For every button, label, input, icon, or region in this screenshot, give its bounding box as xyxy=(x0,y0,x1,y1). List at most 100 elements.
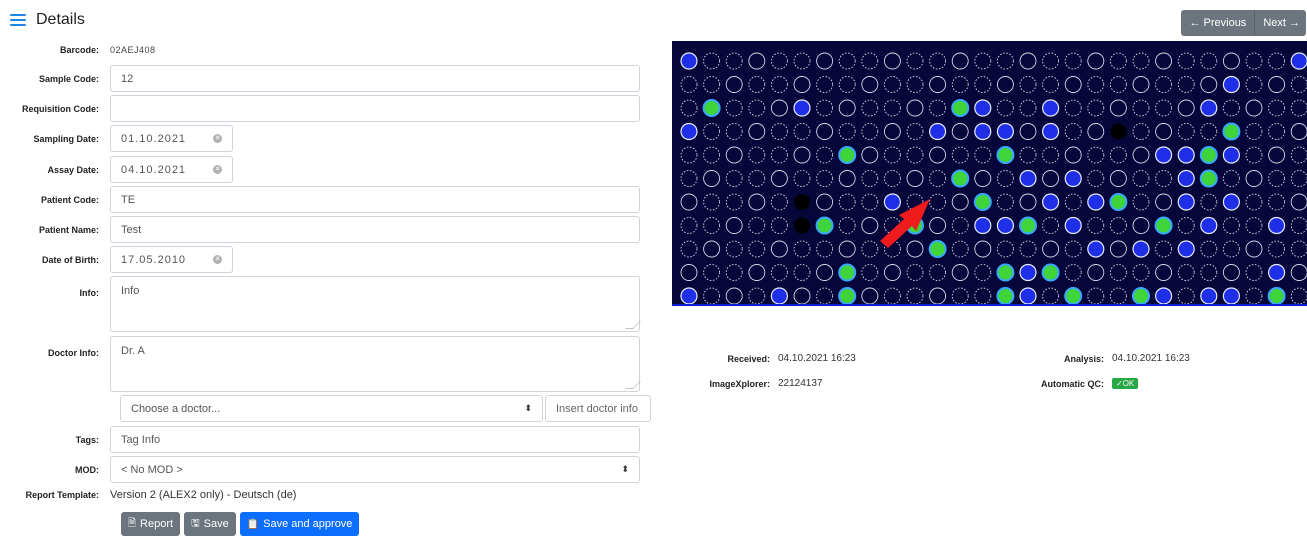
tags-input[interactable]: Tag Info xyxy=(110,426,640,453)
array-spot-empty xyxy=(725,287,743,304)
resize-handle-icon[interactable] xyxy=(625,321,641,329)
array-spot-blue xyxy=(680,287,698,304)
insert-doctor-info-button[interactable]: Insert doctor info xyxy=(545,395,651,422)
array-spot-blue xyxy=(1267,216,1286,235)
array-spot-green xyxy=(815,216,834,235)
array-spot-empty xyxy=(838,170,856,187)
sample-code-input[interactable]: 12 xyxy=(110,65,640,92)
array-spot-empty xyxy=(883,99,901,117)
assay-date-row: Assay Date: 04.10.2021 ✕ xyxy=(0,156,233,183)
array-spot-empty xyxy=(929,217,947,234)
array-spot-empty xyxy=(1109,170,1127,187)
date-of-birth-input[interactable]: 17.05.2010 ✕ xyxy=(110,246,233,273)
patient-code-input[interactable]: TE xyxy=(110,186,640,213)
array-spot-empty xyxy=(1245,240,1263,258)
array-spot-empty xyxy=(1042,76,1060,93)
array-spot-green xyxy=(838,287,857,304)
array-spot-green xyxy=(1199,146,1218,164)
clear-icon[interactable]: ✕ xyxy=(213,255,222,264)
next-button[interactable]: Next → xyxy=(1254,10,1306,36)
array-spot-empty xyxy=(770,217,788,234)
array-spot-empty xyxy=(1087,123,1105,140)
array-spot-empty xyxy=(883,264,901,281)
array-spot-empty xyxy=(1177,123,1195,140)
assay-date-input[interactable]: 04.10.2021 ✕ xyxy=(110,156,233,183)
array-spot-empty xyxy=(680,170,698,187)
array-spot-blue xyxy=(1132,240,1150,258)
array-spot-empty xyxy=(748,146,766,164)
array-spot-empty xyxy=(883,146,901,164)
array-spot-empty xyxy=(861,76,879,93)
tags-row: Tags: Tag Info xyxy=(0,426,640,453)
array-spot-empty xyxy=(996,52,1014,70)
sampling-date-input[interactable]: 01.10.2021 ✕ xyxy=(110,125,233,152)
array-spot-empty xyxy=(1200,52,1218,70)
array-spot-empty xyxy=(906,76,924,93)
clear-icon[interactable]: ✕ xyxy=(213,165,222,174)
mod-select[interactable]: < No MOD > ⬍ xyxy=(110,456,640,483)
array-spot-empty xyxy=(1132,146,1150,164)
menu-icon[interactable] xyxy=(10,14,26,26)
array-spot-empty xyxy=(1290,264,1307,281)
array-spot-empty xyxy=(1132,76,1150,93)
array-spot-empty xyxy=(1268,52,1286,70)
array-spot-blue xyxy=(1177,193,1195,211)
doctor-select[interactable]: Choose a doctor... ⬍ xyxy=(120,395,543,422)
array-spot-empty xyxy=(1245,287,1263,304)
array-spot-empty xyxy=(748,99,766,117)
clear-icon[interactable]: ✕ xyxy=(213,134,222,143)
requisition-code-input[interactable] xyxy=(110,95,640,122)
array-spot-empty xyxy=(1019,99,1037,117)
date-of-birth-row: Date of Birth: 17.05.2010 ✕ xyxy=(0,246,233,273)
array-spot-blue xyxy=(996,216,1014,235)
array-spot-empty xyxy=(951,264,969,281)
info-label: Info: xyxy=(79,288,100,298)
array-spot-empty xyxy=(951,240,969,258)
array-spot-blue xyxy=(883,193,901,211)
analysis-info: Analysis: 04.10.2021 16:23 Automatic QC:… xyxy=(1010,346,1190,396)
save-button[interactable]: 🖫 Save xyxy=(184,512,236,536)
array-spot-empty xyxy=(1290,170,1307,187)
previous-button[interactable]: ← Previous xyxy=(1181,10,1255,36)
resize-handle-icon[interactable] xyxy=(625,381,641,389)
array-spot-empty xyxy=(748,240,766,258)
date-of-birth-label: Date of Birth: xyxy=(42,254,99,265)
doctor-select-value: Choose a doctor... xyxy=(131,402,221,415)
patient-name-input[interactable]: Test xyxy=(110,216,640,243)
array-spot-green xyxy=(838,263,857,282)
sample-code-label: Sample Code: xyxy=(38,73,99,84)
sampling-date-row: Sampling Date: 01.10.2021 ✕ xyxy=(0,125,233,152)
array-spot-empty xyxy=(1087,264,1105,281)
array-spot-green xyxy=(1041,263,1060,282)
sampling-date-value: 01.10.2021 xyxy=(121,132,187,145)
save-and-approve-button[interactable]: 📋 Save and approve xyxy=(239,512,360,536)
array-spot-empty xyxy=(1268,240,1286,258)
array-spot-empty xyxy=(1200,123,1218,140)
report-button[interactable]: 🗎 Report xyxy=(121,512,181,536)
array-spot-empty xyxy=(951,76,969,93)
array-spot-empty xyxy=(1245,99,1263,117)
array-spot-empty xyxy=(1064,240,1082,258)
assay-date-value: 04.10.2021 xyxy=(121,163,187,176)
array-spot-empty xyxy=(1064,52,1082,70)
array-spot-empty xyxy=(1268,146,1286,164)
array-spot-empty xyxy=(1222,240,1240,258)
array-spot-empty xyxy=(974,170,992,187)
array-spot-empty xyxy=(816,287,834,304)
array-spot-empty xyxy=(1222,264,1240,281)
save-and-approve-label: Save and approve xyxy=(263,518,353,530)
report-template-label: Report Template: xyxy=(25,490,99,500)
array-spot-blue xyxy=(1155,287,1173,304)
array-spot-blue xyxy=(1155,146,1173,164)
doctor-info-textarea[interactable]: Dr. A xyxy=(110,336,641,392)
array-spot-empty xyxy=(793,170,811,187)
tags-label: Tags: xyxy=(75,434,99,445)
array-spot-empty xyxy=(838,123,856,140)
array-spot-empty xyxy=(1087,170,1105,187)
array-spot-empty xyxy=(883,287,901,304)
array-spot-blue xyxy=(1177,146,1195,164)
info-textarea[interactable]: Info xyxy=(110,276,641,332)
array-spot-empty xyxy=(816,76,834,93)
array-spot-green xyxy=(928,240,947,258)
array-spot-empty xyxy=(703,76,721,93)
